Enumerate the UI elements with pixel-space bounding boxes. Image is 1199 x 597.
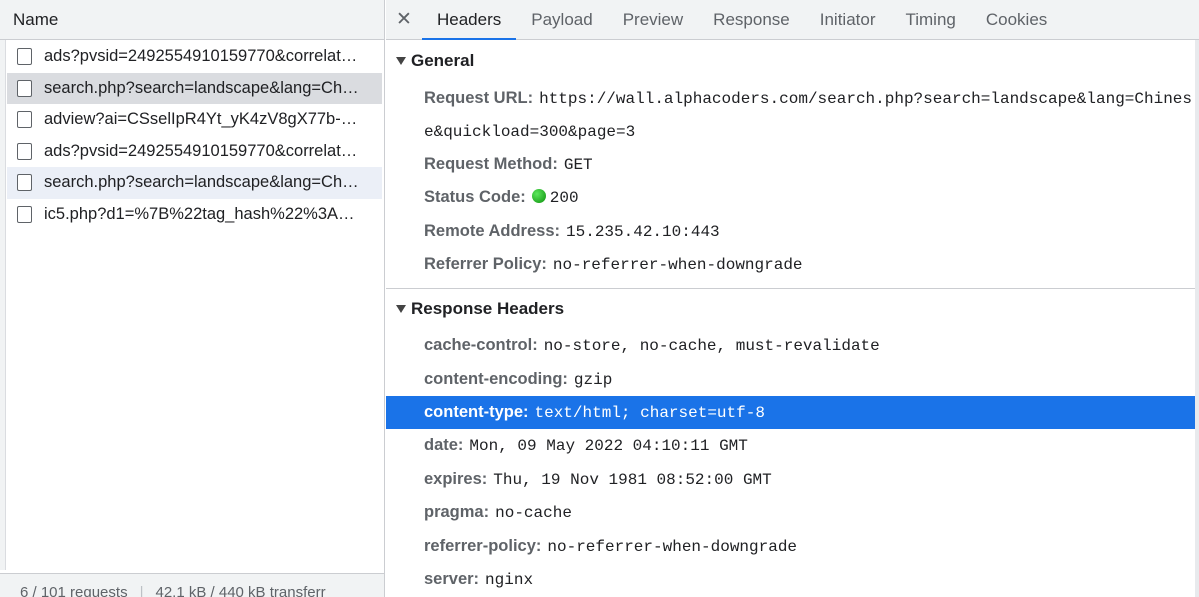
request-name: ads?pvsid=2492554910159770&correlat… [44,47,358,66]
request-name: ads?pvsid=2492554910159770&correlat… [44,141,358,160]
response-header-row[interactable]: expires: Thu, 19 Nov 1981 08:52:00 GMT [386,463,1195,496]
header-key: pragma: [424,503,490,522]
header-value: text/html; charset=utf-8 [534,404,765,422]
tab-initiator[interactable]: Initiator [805,0,891,39]
header-value: no-referrer-when-downgrade [552,255,803,274]
response-header-row[interactable]: cache-control: no-store, no-cache, must-r… [386,329,1195,362]
status-code-row: Status Code: 200 [386,181,1195,214]
header-value: no-cache [495,504,572,523]
tab-response[interactable]: Response [698,0,805,39]
header-value: 200 [531,189,579,208]
header-key: date: [424,436,464,455]
response-header-row[interactable]: referrer-policy: no-referrer-when-downgra… [386,530,1195,563]
response-header-row-selected[interactable]: content-type: text/html; charset=utf-8 [386,396,1195,430]
name-column-label: Name [13,9,59,29]
status-code-value: 200 [549,189,579,208]
request-url-row: Request URL: https://wall.alphacoders.com… [386,81,1195,148]
general-section-title: General [411,51,475,70]
expand-triangle-icon [396,305,406,314]
header-key: Request URL: [424,89,534,107]
transfer-size: 42.1 kB / 440 kB transferr [155,584,326,597]
headers-content: General Request URL: https://wall.alphaco… [386,41,1195,596]
request-count: 6 / 101 requests [20,584,128,597]
request-name: search.php?search=landscape&lang=Ch… [44,173,359,192]
request-details-panel: ✕ Headers Payload Preview Response Initi… [386,0,1199,597]
request-row[interactable]: search.php?search=landscape&lang=Ch… [7,72,382,104]
request-checkbox[interactable] [17,111,32,129]
response-header-row[interactable]: content-encoding: gzip [386,363,1195,396]
header-key: server: [424,570,480,589]
tab-payload[interactable]: Payload [516,0,607,39]
request-checkbox[interactable] [17,174,32,192]
list-gutter [0,40,6,570]
details-tab-bar: ✕ Headers Payload Preview Response Initi… [386,0,1199,40]
tab-cookies[interactable]: Cookies [971,0,1062,39]
header-value: https://wall.alphacoders.com/search.php?… [424,90,1192,141]
referrer-policy-row: Referrer Policy: no-referrer-when-downgra… [386,248,1195,281]
request-list-panel: Name ads?pvsid=2492554910159770&correlat… [0,0,385,597]
response-header-row[interactable]: pragma: no-cache [386,496,1195,529]
request-checkbox[interactable] [17,205,32,223]
request-name: search.php?search=landscape&lang=Ch… [44,78,359,97]
remote-address-row: Remote Address: 15.235.42.10:443 [386,215,1195,248]
vertical-scrollbar[interactable] [1195,40,1199,597]
status-footer: 6 / 101 requests | 42.1 kB / 440 kB tran… [0,573,384,597]
footer-separator: | [139,584,144,597]
header-key: Status Code: [424,188,526,207]
status-ok-icon [531,189,546,204]
request-row[interactable]: search.php?search=landscape&lang=Ch… [7,167,382,199]
header-key: referrer-policy: [424,536,542,555]
header-key: expires: [424,469,488,488]
header-value: Thu, 19 Nov 1981 08:52:00 GMT [493,470,772,489]
tab-timing[interactable]: Timing [890,0,970,39]
request-checkbox[interactable] [17,142,32,160]
request-method-row: Request Method: GET [386,148,1195,181]
expand-triangle-icon [396,57,406,65]
request-name: adview?ai=CSselIpR4Yt_yK4zV8gX77b-… [44,110,358,129]
header-key: cache-control: [424,336,538,355]
request-row[interactable]: ads?pvsid=2492554910159770&correlat… [7,135,382,167]
response-headers-section-title: Response Headers [411,299,565,319]
response-headers-list: cache-control: no-store, no-cache, must-r… [386,329,1195,596]
general-section-header[interactable]: General [386,41,1195,81]
header-value: GET [563,156,593,174]
header-value: no-store, no-cache, must-revalidate [543,337,880,356]
request-row[interactable]: adview?ai=CSselIpR4Yt_yK4zV8gX77b-… [7,104,382,136]
request-checkbox[interactable] [17,79,32,97]
tab-headers[interactable]: Headers [422,0,517,40]
header-key: Remote Address: [424,221,561,240]
tab-preview[interactable]: Preview [608,0,698,39]
name-column-header[interactable]: Name [0,0,384,40]
header-key: content-type: [424,403,529,421]
header-key: Request Method: [424,155,558,173]
response-headers-section-header[interactable]: Response Headers [386,289,1195,329]
header-value: nginx [485,571,534,590]
response-header-row[interactable]: date: Mon, 09 May 2022 04:10:11 GMT [386,429,1195,462]
request-list: ads?pvsid=2492554910159770&correlat… sea… [7,41,382,230]
header-key: Referrer Policy: [424,254,547,273]
request-checkbox[interactable] [17,48,32,66]
request-row[interactable]: ads?pvsid=2492554910159770&correlat… [7,41,382,73]
response-header-row[interactable]: server: nginx [386,563,1195,596]
header-value: Mon, 09 May 2022 04:10:11 GMT [469,437,748,456]
header-value: 15.235.42.10:443 [566,222,720,241]
request-row[interactable]: ic5.php?d1=%7B%22tag_hash%22%3A… [7,198,382,230]
header-value: gzip [573,370,613,389]
request-name: ic5.php?d1=%7B%22tag_hash%22%3A… [44,204,355,223]
header-value: no-referrer-when-downgrade [547,537,798,556]
close-icon[interactable]: ✕ [386,0,422,39]
header-key: content-encoding: [424,369,568,388]
